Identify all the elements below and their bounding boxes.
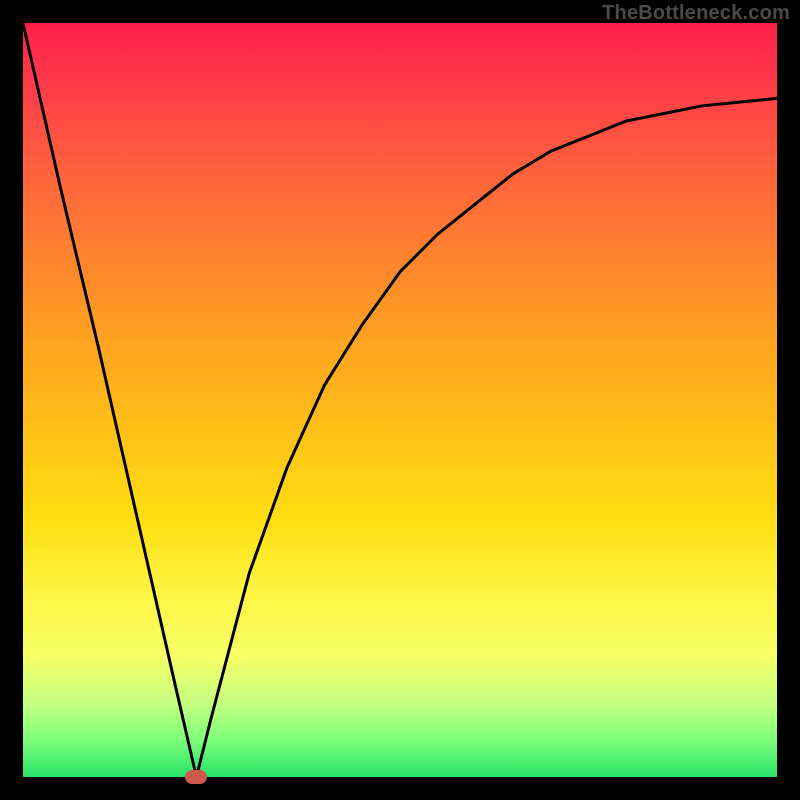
chart-frame: TheBottleneck.com (0, 0, 800, 800)
bottleneck-curve (23, 23, 777, 777)
attribution-text: TheBottleneck.com (602, 2, 790, 25)
plot-area (23, 23, 777, 777)
optimum-marker (185, 770, 207, 784)
curve-svg (23, 23, 777, 777)
